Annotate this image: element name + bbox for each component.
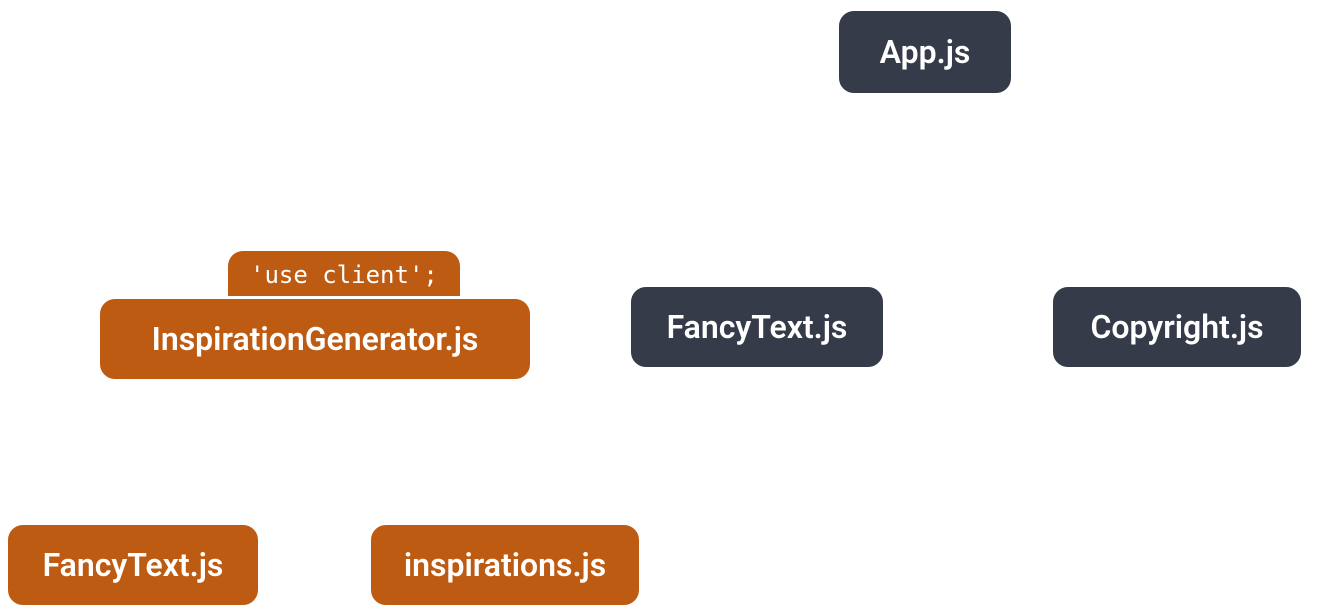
node-copyright: Copyright.js [1050,284,1304,370]
node-label: Copyright.js [1090,308,1263,346]
node-label: inspirations.js [404,546,606,584]
edge-label-imports: imports [990,120,1080,150]
edge-label-imports: imports [150,402,240,432]
node-label: FancyText.js [43,546,224,584]
node-label: InspirationGenerator.js [152,320,479,358]
node-inspiration-generator: InspirationGenerator.js [97,296,533,382]
node-fancytext-client: FancyText.js [5,522,261,608]
directive-text: 'use client'; [250,261,438,289]
node-label: App.js [880,33,971,71]
node-inspirations: inspirations.js [368,522,642,608]
node-fancytext-server: FancyText.js [628,284,886,370]
edge-label-imports: imports [378,402,468,432]
edge-label-imports: imports [535,120,625,150]
node-label: FancyText.js [667,308,848,346]
use-client-directive-tab: 'use client'; [225,248,463,297]
node-app-js: App.js [836,8,1014,96]
